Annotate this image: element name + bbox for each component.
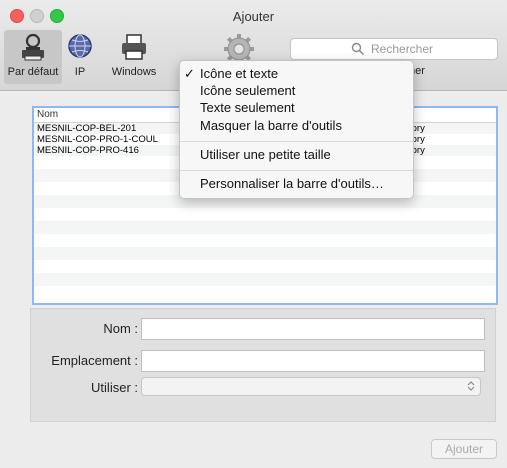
search-icon [351,42,365,56]
menu-item-label: Utiliser une petite taille [200,147,331,162]
search-placeholder: Rechercher [371,42,434,56]
empty-row [34,273,496,286]
toolbar-ip-button[interactable]: IP [58,30,102,84]
search-field[interactable]: Rechercher [290,38,498,60]
use-label: Utiliser : [91,380,138,395]
menu-item-label: Personnaliser la barre d'outils… [200,176,384,191]
menu-item-label: Masquer la barre d'outils [200,118,342,133]
empty-row [34,208,496,221]
menu-item-icon-and-text[interactable]: ✓ Icône et texte [180,65,413,83]
printer-details-form: Nom : Emplacement : Utiliser : [30,308,496,422]
toolbar-context-menu: ✓ Icône et texte Icône seulement Texte s… [179,60,414,199]
printer-name: MESNIL-COP-BEL-201 [37,123,137,134]
printer-name: MESNIL-COP-PRO-416 [37,145,139,156]
menu-separator [180,170,413,171]
updown-chevron-icon [467,381,475,391]
toolbar-ip-label: IP [74,66,86,78]
empty-row [34,247,496,260]
toolbar-default-button[interactable]: Par défaut [4,30,62,84]
empty-row [34,260,496,273]
name-label: Nom : [103,321,138,336]
add-printer-window: Ajouter Par défaut IP Windows Rechercher… [0,0,507,468]
default-printer-icon [22,33,44,61]
name-field[interactable] [141,318,485,340]
globe-icon [68,34,92,58]
location-field[interactable] [141,350,485,372]
menu-item-label: Icône et texte [200,66,279,81]
menu-item-text-only[interactable]: Texte seulement [180,99,413,117]
menu-item-hide-toolbar[interactable]: Masquer la barre d'outils [180,117,413,135]
menu-item-label: Icône seulement [200,83,296,98]
empty-row [34,234,496,247]
menu-item-label: Texte seulement [200,100,295,115]
menu-item-icon-only[interactable]: Icône seulement [180,82,413,100]
empty-row [34,221,496,234]
menu-item-customize-toolbar[interactable]: Personnaliser la barre d'outils… [180,175,413,193]
window-title: Ajouter [232,9,275,24]
toolbar-windows-button[interactable]: Windows [104,30,164,84]
checkmark-icon: ✓ [184,66,195,81]
toolbar-default-label: Par défaut [7,66,59,78]
menu-item-small-size[interactable]: Utiliser une petite taille [180,146,413,164]
printer-icon [122,34,146,60]
driver-select[interactable] [141,377,481,396]
location-label: Emplacement : [51,353,138,368]
add-button[interactable]: Ajouter [431,439,497,459]
empty-row [34,286,496,299]
printer-name: MESNIL-COP-PRO-1-COUL [37,134,158,145]
toolbar-windows-label: Windows [111,66,157,78]
menu-separator [180,141,413,142]
